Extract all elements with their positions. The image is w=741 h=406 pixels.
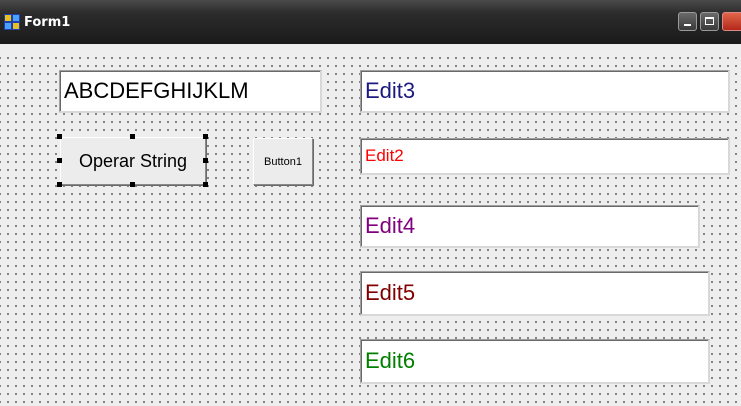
- selection-handle-top-left[interactable]: [57, 134, 62, 139]
- maximize-icon: [705, 17, 714, 25]
- edit3-field[interactable]: [360, 70, 730, 113]
- edit4-field[interactable]: [360, 205, 700, 248]
- operar-string-button[interactable]: Operar String: [60, 137, 206, 185]
- window-title-bar[interactable]: Form1: [0, 0, 741, 44]
- maximize-button[interactable]: [700, 12, 719, 31]
- window-title: Form1: [24, 15, 71, 30]
- edit1-field[interactable]: [59, 70, 322, 113]
- button1[interactable]: Button1: [253, 138, 313, 185]
- selection-handle-left[interactable]: [57, 158, 62, 163]
- minimize-icon: [684, 24, 691, 26]
- selection-handle-top-right[interactable]: [203, 134, 208, 139]
- selection-handle-bottom-left[interactable]: [57, 182, 62, 187]
- edit6-field[interactable]: [360, 339, 710, 384]
- selection-handle-right[interactable]: [203, 158, 208, 163]
- minimize-button[interactable]: [678, 12, 697, 31]
- selection-handle-top[interactable]: [130, 134, 135, 139]
- edit5-field[interactable]: [360, 271, 710, 316]
- close-button[interactable]: [722, 12, 741, 31]
- edit2-field[interactable]: [360, 138, 730, 175]
- selection-handle-bottom-right[interactable]: [203, 182, 208, 187]
- operar-string-label: Operar String: [78, 150, 188, 171]
- selection-handle-bottom[interactable]: [130, 182, 135, 187]
- button1-label: Button1: [264, 155, 302, 168]
- cpp-builder-icon: [4, 14, 20, 30]
